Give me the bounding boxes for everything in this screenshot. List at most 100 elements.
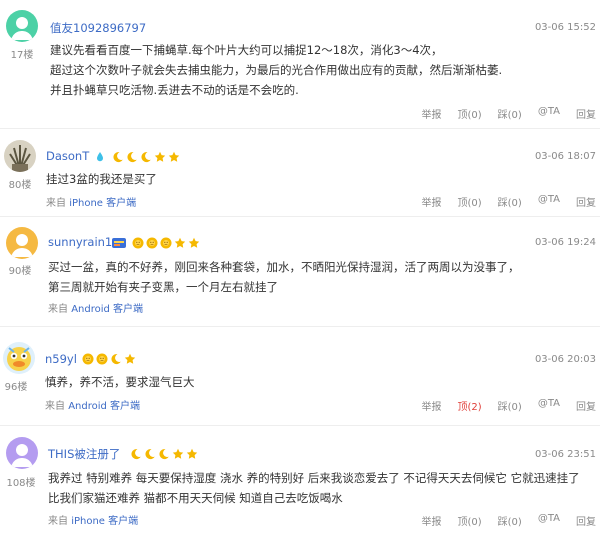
source-prefix: 来自 bbox=[48, 304, 68, 315]
post-time: 03-06 15:52 bbox=[534, 22, 596, 33]
sun-icon bbox=[146, 237, 158, 249]
comment-line: 慎养，养不活，要求湿气巨大 bbox=[45, 375, 195, 389]
avatar[interactable] bbox=[4, 140, 36, 172]
moon-icon bbox=[130, 448, 142, 460]
floor-number: 17楼 bbox=[10, 50, 34, 61]
avatar[interactable] bbox=[6, 10, 38, 42]
divider bbox=[0, 128, 600, 129]
downvote-button[interactable]: 踩(0) bbox=[498, 194, 522, 209]
duck-avatar-icon bbox=[3, 342, 35, 374]
comment-text: 我养过 特别难养 每天要保持湿度 浇水 养的特别好 后来我谈恋爱去了 不记得天天… bbox=[48, 468, 580, 508]
upvote-button[interactable]: 顶(2) bbox=[457, 398, 481, 413]
source-info: 来自 Android 客户端 bbox=[45, 397, 140, 412]
username[interactable]: sunnyrain1 bbox=[48, 235, 112, 249]
comment-line: 并且扑蝇草只吃活物.丢进去不动的话是不会吃的. bbox=[50, 83, 299, 97]
floor-number: 108楼 bbox=[6, 478, 36, 489]
reply-button[interactable]: 回复 bbox=[576, 513, 596, 528]
mention-button[interactable]: @TA bbox=[538, 194, 560, 209]
report-button[interactable]: 举报 bbox=[421, 194, 441, 209]
sun-icon bbox=[96, 353, 108, 365]
mention-button[interactable]: @TA bbox=[538, 513, 560, 528]
client-link[interactable]: Android 客户端 bbox=[71, 304, 143, 315]
avatar[interactable] bbox=[6, 437, 38, 469]
star-icon bbox=[172, 448, 184, 460]
floor-number: 90楼 bbox=[8, 266, 32, 277]
user-default-avatar-icon bbox=[6, 437, 38, 469]
user-badges bbox=[94, 150, 182, 164]
moon-icon bbox=[158, 448, 170, 460]
floor-number: 96楼 bbox=[4, 382, 28, 393]
comment-actions: 举报 顶(0) 踩(0) @TA 回复 bbox=[405, 194, 596, 209]
source-info: 来自 Android 客户端 bbox=[48, 300, 143, 315]
client-link[interactable]: iPhone 客户端 bbox=[69, 198, 136, 209]
moon-icon bbox=[144, 448, 156, 460]
comment-line: 超过这个次数叶子就会失去捕虫能力，为最后的光合作用做出应有的贡献，然后渐渐枯萎. bbox=[50, 63, 503, 77]
source-prefix: 来自 bbox=[46, 198, 66, 209]
comment-text: 慎养，养不活，要求湿气巨大 bbox=[45, 372, 195, 392]
username[interactable]: 值友1092896797 bbox=[50, 20, 146, 36]
source-info: 来自 iPhone 客户端 bbox=[48, 512, 138, 527]
comment-actions: 举报 顶(2) 踩(0) @TA 回复 bbox=[405, 398, 596, 413]
report-button[interactable]: 举报 bbox=[421, 106, 441, 121]
username[interactable]: n59yl bbox=[45, 352, 77, 366]
comment-line: 建议先看看百度一下捕蝇草.每个叶片大约可以捕捉12～18次，消化3～4次， bbox=[50, 43, 443, 57]
client-link[interactable]: iPhone 客户端 bbox=[71, 516, 138, 527]
sun-icon bbox=[82, 353, 94, 365]
star-icon bbox=[124, 353, 136, 365]
moon-icon bbox=[110, 353, 122, 365]
report-button[interactable]: 举报 bbox=[421, 398, 441, 413]
sun-icon bbox=[160, 237, 172, 249]
source-info: 来自 iPhone 客户端 bbox=[46, 194, 136, 209]
star-icon bbox=[188, 237, 200, 249]
star-icon bbox=[168, 151, 180, 163]
comment-actions: 举报 顶(0) 踩(0) @TA 回复 bbox=[405, 513, 596, 528]
username[interactable]: THIS被注册了 bbox=[48, 446, 120, 462]
user-default-avatar-icon bbox=[6, 227, 38, 259]
user-badges bbox=[130, 447, 200, 461]
divider bbox=[0, 216, 600, 217]
upvote-button[interactable]: 顶(0) bbox=[457, 106, 481, 121]
report-button[interactable]: 举报 bbox=[421, 513, 441, 528]
floor-number: 80楼 bbox=[8, 180, 32, 191]
divider bbox=[0, 425, 600, 426]
post-time: 03-06 20:03 bbox=[534, 354, 596, 365]
source-prefix: 来自 bbox=[45, 401, 65, 412]
username[interactable]: DasonT bbox=[46, 149, 89, 163]
user-default-avatar-icon bbox=[6, 10, 38, 42]
downvote-button[interactable]: 踩(0) bbox=[498, 398, 522, 413]
sun-icon bbox=[132, 237, 144, 249]
moon-icon bbox=[126, 151, 138, 163]
comment-line: 买过一盆，真的不好养，刚回来各种套袋，加水，不晒阳光保持湿润，活了两周以为没事了… bbox=[48, 260, 520, 274]
star-icon bbox=[186, 448, 198, 460]
avatar[interactable] bbox=[3, 342, 35, 374]
mention-button[interactable]: @TA bbox=[538, 106, 560, 121]
comment-line: 比我们家猫还难养 猫都不用天天伺候 知道自己去吃饭喝水 bbox=[48, 491, 343, 505]
source-prefix: 来自 bbox=[48, 516, 68, 527]
plant-photo-avatar-icon bbox=[4, 140, 36, 172]
downvote-button[interactable]: 踩(0) bbox=[498, 513, 522, 528]
moon-icon bbox=[112, 151, 124, 163]
downvote-button[interactable]: 踩(0) bbox=[498, 106, 522, 121]
comment-line: 挂过3盆的我还是买了 bbox=[46, 172, 157, 186]
mention-button[interactable]: @TA bbox=[538, 398, 560, 413]
reply-button[interactable]: 回复 bbox=[576, 106, 596, 121]
reply-button[interactable]: 回复 bbox=[576, 398, 596, 413]
comment-text: 买过一盆，真的不好养，刚回来各种套袋，加水，不晒阳光保持湿润，活了两周以为没事了… bbox=[48, 257, 520, 297]
drop-icon bbox=[94, 151, 106, 163]
upvote-button[interactable]: 顶(0) bbox=[457, 194, 481, 209]
upvote-button[interactable]: 顶(0) bbox=[457, 513, 481, 528]
post-time: 03-06 18:07 bbox=[534, 151, 596, 162]
post-time: 03-06 19:24 bbox=[534, 237, 596, 248]
comment-text: 挂过3盆的我还是买了 bbox=[46, 169, 157, 189]
client-link[interactable]: Android 客户端 bbox=[68, 401, 140, 412]
star-icon bbox=[174, 237, 186, 249]
avatar[interactable] bbox=[6, 227, 38, 259]
user-badges bbox=[112, 236, 202, 250]
user-badges bbox=[82, 352, 138, 366]
comment-line: 第三周就开始有夹子变黑，一个月左右就挂了 bbox=[48, 280, 278, 294]
level-badge-icon bbox=[112, 238, 126, 248]
comment-text: 建议先看看百度一下捕蝇草.每个叶片大约可以捕捉12～18次，消化3～4次， 超过… bbox=[50, 40, 502, 100]
post-time: 03-06 23:51 bbox=[534, 449, 596, 460]
reply-button[interactable]: 回复 bbox=[576, 194, 596, 209]
moon-icon bbox=[140, 151, 152, 163]
